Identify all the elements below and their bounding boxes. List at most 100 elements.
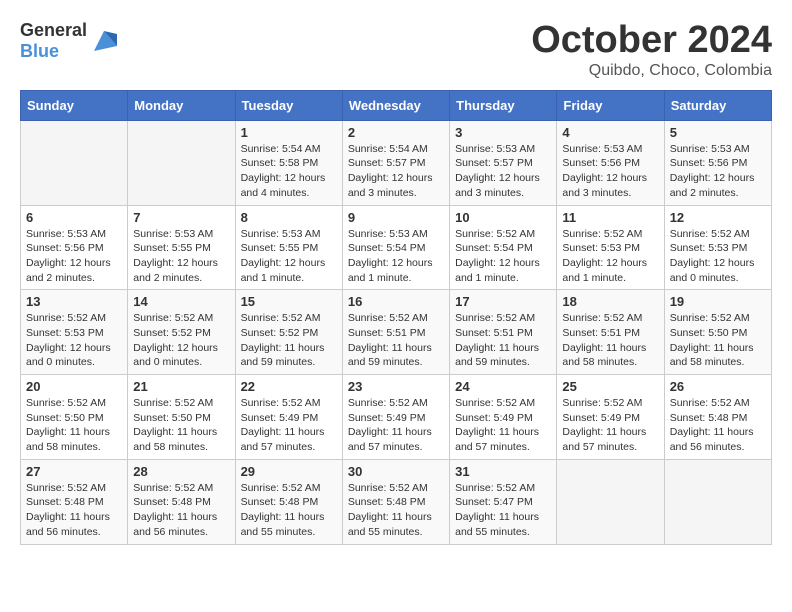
calendar-cell: 17 Sunrise: 5:52 AMSunset: 5:51 PMDayligh… xyxy=(450,290,557,375)
calendar-cell: 26 Sunrise: 5:52 AMSunset: 5:48 PMDayligh… xyxy=(664,375,771,460)
day-number: 13 xyxy=(26,294,122,309)
day-number: 3 xyxy=(455,125,551,140)
calendar-cell: 30 Sunrise: 5:52 AMSunset: 5:48 PMDayligh… xyxy=(342,459,449,544)
day-number: 21 xyxy=(133,379,229,394)
day-number: 8 xyxy=(241,210,337,225)
week-row-3: 13 Sunrise: 5:52 AMSunset: 5:53 PMDayligh… xyxy=(21,290,772,375)
title-area: October 2024 Quibdo, Choco, Colombia xyxy=(531,20,772,80)
weekday-header-friday: Friday xyxy=(557,90,664,120)
day-number: 23 xyxy=(348,379,444,394)
calendar-cell: 21 Sunrise: 5:52 AMSunset: 5:50 PMDayligh… xyxy=(128,375,235,460)
day-info: Sunrise: 5:53 AMSunset: 5:56 PMDaylight:… xyxy=(670,142,766,201)
weekday-header-monday: Monday xyxy=(128,90,235,120)
day-info: Sunrise: 5:54 AMSunset: 5:58 PMDaylight:… xyxy=(241,142,337,201)
weekday-header-saturday: Saturday xyxy=(664,90,771,120)
calendar-cell: 3 Sunrise: 5:53 AMSunset: 5:57 PMDaylight… xyxy=(450,120,557,205)
day-number: 27 xyxy=(26,464,122,479)
day-info: Sunrise: 5:52 AMSunset: 5:48 PMDaylight:… xyxy=(670,396,766,455)
day-info: Sunrise: 5:52 AMSunset: 5:52 PMDaylight:… xyxy=(241,311,337,370)
calendar-cell: 14Sunrise: 5:52 AMSunset: 5:52 PMDayligh… xyxy=(128,290,235,375)
day-number: 16 xyxy=(348,294,444,309)
day-info: Sunrise: 5:53 AMSunset: 5:54 PMDaylight:… xyxy=(348,227,444,286)
calendar-cell: 27 Sunrise: 5:52 AMSunset: 5:48 PMDayligh… xyxy=(21,459,128,544)
calendar-cell: 10 Sunrise: 5:52 AMSunset: 5:54 PMDayligh… xyxy=(450,205,557,290)
day-info: Sunrise: 5:52 AMSunset: 5:53 PMDaylight:… xyxy=(26,311,122,370)
day-number: 31 xyxy=(455,464,551,479)
day-info: Sunrise: 5:53 AMSunset: 5:57 PMDaylight:… xyxy=(455,142,551,201)
day-number: 24 xyxy=(455,379,551,394)
weekday-header-wednesday: Wednesday xyxy=(342,90,449,120)
day-info: Sunrise: 5:52 AMSunset: 5:49 PMDaylight:… xyxy=(348,396,444,455)
day-info: Sunrise: 5:52 AMSunset: 5:53 PMDaylight:… xyxy=(562,227,658,286)
logo: General Blue xyxy=(20,20,119,62)
day-number: 15 xyxy=(241,294,337,309)
calendar-cell: 13 Sunrise: 5:52 AMSunset: 5:53 PMDayligh… xyxy=(21,290,128,375)
calendar-cell: 25 Sunrise: 5:52 AMSunset: 5:49 PMDayligh… xyxy=(557,375,664,460)
calendar-cell xyxy=(21,120,128,205)
month-title: October 2024 xyxy=(531,20,772,62)
day-number: 30 xyxy=(348,464,444,479)
day-info: Sunrise: 5:52 AMSunset: 5:48 PMDaylight:… xyxy=(348,481,444,540)
location: Quibdo, Choco, Colombia xyxy=(531,62,772,80)
day-number: 19 xyxy=(670,294,766,309)
calendar-cell: 18Sunrise: 5:52 AMSunset: 5:51 PMDayligh… xyxy=(557,290,664,375)
calendar-cell: 1 Sunrise: 5:54 AMSunset: 5:58 PMDaylight… xyxy=(235,120,342,205)
day-number: 11 xyxy=(562,210,658,225)
day-info: Sunrise: 5:52 AMSunset: 5:48 PMDaylight:… xyxy=(26,481,122,540)
calendar-cell: 28 Sunrise: 5:52 AMSunset: 5:48 PMDayligh… xyxy=(128,459,235,544)
day-number: 22 xyxy=(241,379,337,394)
weekday-header-tuesday: Tuesday xyxy=(235,90,342,120)
weekday-header-sunday: Sunday xyxy=(21,90,128,120)
calendar-table: SundayMondayTuesdayWednesdayThursdayFrid… xyxy=(20,90,772,545)
calendar-cell: 23 Sunrise: 5:52 AMSunset: 5:49 PMDayligh… xyxy=(342,375,449,460)
logo-general: General xyxy=(20,20,87,40)
logo-icon xyxy=(89,26,119,56)
calendar-cell: 12 Sunrise: 5:52 AMSunset: 5:53 PMDayligh… xyxy=(664,205,771,290)
day-info: Sunrise: 5:52 AMSunset: 5:51 PMDaylight:… xyxy=(348,311,444,370)
week-row-1: 1 Sunrise: 5:54 AMSunset: 5:58 PMDaylight… xyxy=(21,120,772,205)
day-info: Sunrise: 5:52 AMSunset: 5:48 PMDaylight:… xyxy=(241,481,337,540)
calendar-cell: 24 Sunrise: 5:52 AMSunset: 5:49 PMDayligh… xyxy=(450,375,557,460)
day-number: 1 xyxy=(241,125,337,140)
calendar-cell: 5 Sunrise: 5:53 AMSunset: 5:56 PMDaylight… xyxy=(664,120,771,205)
day-info: Sunrise: 5:52 AMSunset: 5:51 PMDaylight:… xyxy=(562,311,658,370)
calendar-cell: 15 Sunrise: 5:52 AMSunset: 5:52 PMDayligh… xyxy=(235,290,342,375)
day-number: 28 xyxy=(133,464,229,479)
day-number: 12 xyxy=(670,210,766,225)
weekday-header-thursday: Thursday xyxy=(450,90,557,120)
day-info: Sunrise: 5:52 AMSunset: 5:49 PMDaylight:… xyxy=(562,396,658,455)
day-number: 2 xyxy=(348,125,444,140)
day-number: 4 xyxy=(562,125,658,140)
day-number: 5 xyxy=(670,125,766,140)
day-number: 29 xyxy=(241,464,337,479)
day-number: 25 xyxy=(562,379,658,394)
day-number: 10 xyxy=(455,210,551,225)
week-row-4: 20Sunrise: 5:52 AMSunset: 5:50 PMDayligh… xyxy=(21,375,772,460)
day-number: 17 xyxy=(455,294,551,309)
calendar-cell: 9Sunrise: 5:53 AMSunset: 5:54 PMDaylight… xyxy=(342,205,449,290)
calendar-cell: 19Sunrise: 5:52 AMSunset: 5:50 PMDayligh… xyxy=(664,290,771,375)
calendar-cell: 2 Sunrise: 5:54 AMSunset: 5:57 PMDaylight… xyxy=(342,120,449,205)
day-info: Sunrise: 5:53 AMSunset: 5:56 PMDaylight:… xyxy=(562,142,658,201)
weekday-header-row: SundayMondayTuesdayWednesdayThursdayFrid… xyxy=(21,90,772,120)
day-number: 26 xyxy=(670,379,766,394)
calendar-cell: 7Sunrise: 5:53 AMSunset: 5:55 PMDaylight… xyxy=(128,205,235,290)
day-info: Sunrise: 5:52 AMSunset: 5:54 PMDaylight:… xyxy=(455,227,551,286)
calendar-cell: 20Sunrise: 5:52 AMSunset: 5:50 PMDayligh… xyxy=(21,375,128,460)
day-info: Sunrise: 5:54 AMSunset: 5:57 PMDaylight:… xyxy=(348,142,444,201)
day-info: Sunrise: 5:52 AMSunset: 5:53 PMDaylight:… xyxy=(670,227,766,286)
day-info: Sunrise: 5:52 AMSunset: 5:50 PMDaylight:… xyxy=(133,396,229,455)
calendar-cell: 16 Sunrise: 5:52 AMSunset: 5:51 PMDayligh… xyxy=(342,290,449,375)
day-info: Sunrise: 5:52 AMSunset: 5:52 PMDaylight:… xyxy=(133,311,229,370)
calendar-cell: 22 Sunrise: 5:52 AMSunset: 5:49 PMDayligh… xyxy=(235,375,342,460)
calendar-cell: 4 Sunrise: 5:53 AMSunset: 5:56 PMDaylight… xyxy=(557,120,664,205)
day-info: Sunrise: 5:52 AMSunset: 5:51 PMDaylight:… xyxy=(455,311,551,370)
calendar-cell: 29 Sunrise: 5:52 AMSunset: 5:48 PMDayligh… xyxy=(235,459,342,544)
week-row-5: 27 Sunrise: 5:52 AMSunset: 5:48 PMDayligh… xyxy=(21,459,772,544)
day-info: Sunrise: 5:52 AMSunset: 5:49 PMDaylight:… xyxy=(455,396,551,455)
calendar-cell: 11 Sunrise: 5:52 AMSunset: 5:53 PMDayligh… xyxy=(557,205,664,290)
day-info: Sunrise: 5:52 AMSunset: 5:49 PMDaylight:… xyxy=(241,396,337,455)
week-row-2: 6Sunrise: 5:53 AMSunset: 5:56 PMDaylight… xyxy=(21,205,772,290)
day-info: Sunrise: 5:52 AMSunset: 5:48 PMDaylight:… xyxy=(133,481,229,540)
day-info: Sunrise: 5:53 AMSunset: 5:55 PMDaylight:… xyxy=(133,227,229,286)
